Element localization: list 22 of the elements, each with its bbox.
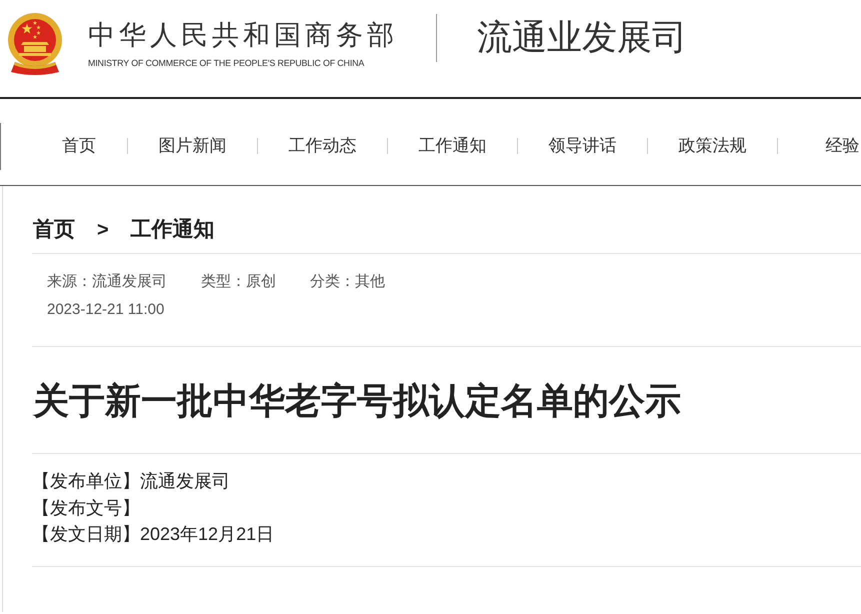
nav-link[interactable]: 工作通知 (418, 134, 486, 158)
ministry-name: 中华人民共和国商务部 (88, 20, 398, 50)
ministry-name-english: MINISTRY OF COMMERCE OF THE PEOPLE'S REPUBLIC OF CHINA (88, 57, 366, 69)
nav-link[interactable]: 经验 (826, 134, 860, 158)
breadcrumb-link[interactable]: 首页 (33, 215, 75, 245)
article-meta: 来源：流通发展司 (47, 272, 167, 292)
article-meta: 类型：原创 (201, 272, 276, 292)
nav-link[interactable]: 政策法规 (678, 134, 746, 158)
publish-date: 2023-12-21 11:00 (46, 300, 166, 320)
info-line: 【发布单位】流通发展司 (32, 470, 231, 493)
article-title: 关于新一批中华老字号拟认定名单的公示 (32, 379, 682, 423)
article-meta: 分类：其他 (310, 272, 385, 292)
info-line: 【发文日期】2023年12月21日 (32, 523, 276, 546)
nav-link[interactable]: 首页 (62, 134, 96, 158)
breadcrumb-separator: > (97, 218, 109, 243)
department-name: 流通业发展司 (477, 17, 687, 59)
info-line: 【发布文号】 (32, 496, 141, 520)
emblem-icon (7, 12, 63, 76)
nav-link[interactable]: 工作动态 (288, 134, 356, 158)
nav-link[interactable]: 图片新闻 (158, 134, 226, 158)
breadcrumb-link[interactable]: 工作通知 (130, 215, 215, 245)
nav-link[interactable]: 领导讲话 (548, 134, 616, 158)
